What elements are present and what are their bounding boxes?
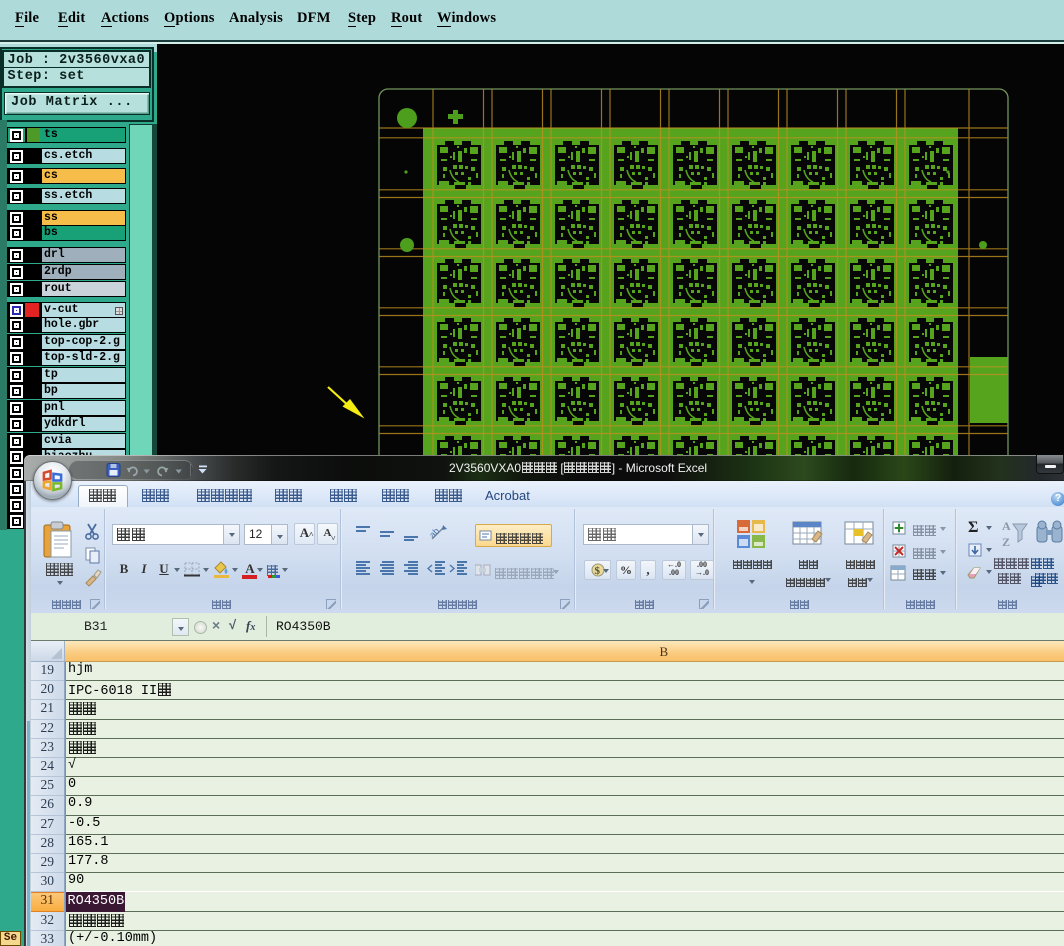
svg-text:A: A (1002, 519, 1011, 533)
svg-text:$: $ (594, 565, 600, 577)
svg-text:ab: ab (429, 526, 441, 540)
svg-text:Z: Z (1002, 535, 1010, 549)
